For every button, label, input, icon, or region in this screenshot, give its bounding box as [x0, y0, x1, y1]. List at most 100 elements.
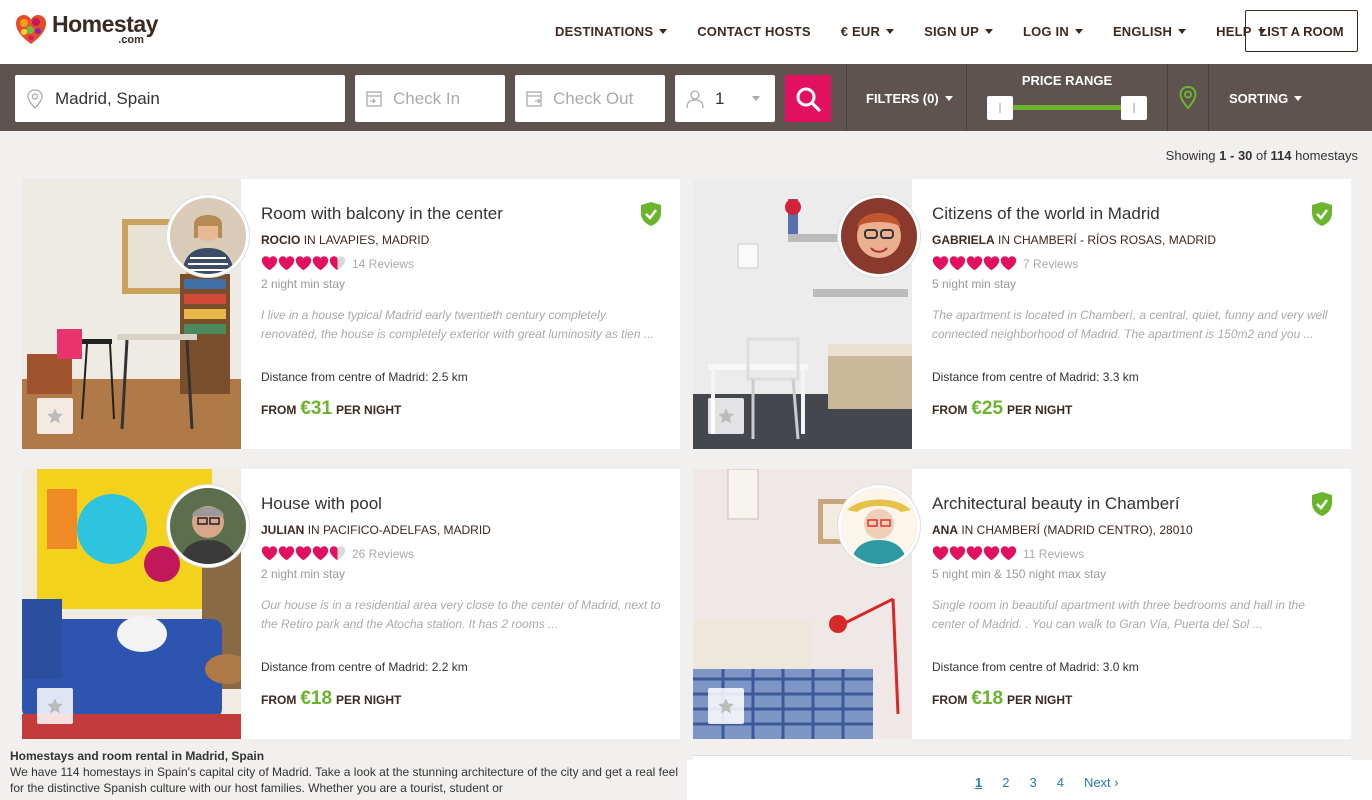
- caret-down-icon: [1178, 29, 1187, 34]
- next-page-link[interactable]: Next ›: [1084, 775, 1119, 790]
- price-per-night: PER NIGHT: [336, 693, 402, 707]
- listing-location: IN CHAMBERÍ - RÍOS ROSAS, MADRID: [998, 233, 1217, 247]
- host-name: JULIAN: [261, 523, 305, 537]
- nav-label: DESTINATIONS: [555, 24, 654, 39]
- guests-select[interactable]: 1: [675, 75, 775, 122]
- map-pin-icon: [27, 88, 43, 109]
- heart-icon: [966, 256, 983, 271]
- page-link-2[interactable]: 2: [1002, 775, 1009, 790]
- price-max-handle[interactable]: [1121, 96, 1147, 120]
- favorite-button[interactable]: [37, 398, 73, 434]
- price-per-night: PER NIGHT: [1007, 693, 1073, 707]
- map-pin-icon: [1179, 85, 1197, 109]
- search-button[interactable]: [785, 75, 831, 122]
- star-icon: [718, 698, 734, 714]
- results-suffix: homestays: [1295, 148, 1358, 163]
- list-a-room-button[interactable]: LIST A ROOM: [1245, 10, 1358, 52]
- caret-down-icon: [1294, 96, 1303, 101]
- divider: [1208, 64, 1209, 131]
- hearts-rating: [261, 545, 346, 562]
- location-input[interactable]: Madrid, Spain: [15, 75, 345, 122]
- listing-description: Single room in beautiful apartment with …: [932, 598, 1305, 631]
- verified-shield-icon: [1312, 492, 1332, 516]
- page-link-1[interactable]: 1: [975, 775, 982, 790]
- host-line: GABRIELA IN CHAMBERÍ - RÍOS ROSAS, MADRI…: [932, 233, 1216, 247]
- reviews-count[interactable]: 26 Reviews: [352, 547, 414, 561]
- hearts-rating: [932, 255, 1017, 272]
- favorite-button[interactable]: [708, 688, 744, 724]
- price-min-handle[interactable]: [987, 96, 1013, 120]
- star-icon: [47, 698, 63, 714]
- nav-label: ENGLISH: [1112, 24, 1173, 39]
- listing-card[interactable]: Room with balcony in the center ROCIO IN…: [22, 179, 680, 449]
- check-out-input[interactable]: Check Out: [515, 75, 665, 122]
- host-photo: [841, 488, 917, 564]
- listing-title[interactable]: House with pool: [261, 494, 382, 514]
- host-photo: [841, 198, 917, 274]
- heart-icon: [983, 546, 1000, 561]
- distance-from-centre: Distance from centre of Madrid: 2.2 km: [261, 660, 468, 674]
- nav-log-in[interactable]: LOG IN: [1023, 24, 1083, 39]
- check-out-placeholder: Check Out: [553, 88, 634, 108]
- heart-icon: [295, 256, 312, 271]
- listing-title[interactable]: Architectural beauty in Chamberí: [932, 494, 1180, 514]
- listing-card[interactable]: House with pool JULIAN IN PACIFICO-ADELF…: [22, 469, 680, 739]
- host-avatar[interactable]: [838, 195, 920, 277]
- host-avatar[interactable]: [167, 485, 249, 567]
- page-link-4[interactable]: 4: [1057, 775, 1064, 790]
- nav-label: SIGN UP: [924, 24, 979, 39]
- price-amount: €25: [971, 398, 1004, 419]
- nav-language[interactable]: ENGLISH: [1112, 24, 1187, 39]
- listing-card[interactable]: Architectural beauty in Chamberí ANA IN …: [693, 469, 1351, 739]
- top-header: Homestay .com DESTINATIONS CONTACT HOSTS…: [0, 0, 1372, 64]
- check-in-placeholder: Check In: [393, 88, 461, 108]
- star-icon: [47, 408, 63, 424]
- distance-from-centre: Distance from centre of Madrid: 3.0 km: [932, 660, 1139, 674]
- nav-sign-up[interactable]: SIGN UP: [924, 24, 993, 39]
- search-bar: Madrid, Spain Check In Check Out 1 FILTE…: [0, 64, 1372, 131]
- sorting-dropdown[interactable]: SORTING: [1229, 91, 1303, 106]
- listing-card[interactable]: Citizens of the world in Madrid GABRIELA…: [693, 179, 1351, 449]
- check-in-input[interactable]: Check In: [355, 75, 505, 122]
- heart-icon: [983, 256, 1000, 271]
- caret-down-icon: [984, 29, 993, 34]
- reviews-count[interactable]: 11 Reviews: [1023, 547, 1084, 561]
- nav-label: LOG IN: [1022, 24, 1069, 39]
- price-from: FROM: [932, 403, 968, 417]
- price-range-slider[interactable]: PRICE RANGE: [967, 64, 1167, 131]
- host-avatar[interactable]: [838, 485, 920, 567]
- listing-title[interactable]: Citizens of the world in Madrid: [932, 204, 1160, 224]
- heart-icon: [329, 546, 346, 561]
- brand-name: Homestay: [52, 11, 158, 37]
- heart-icon: [312, 546, 329, 561]
- listing-description: Our house is in a residential area very …: [261, 598, 661, 631]
- listing-description: I live in a house typical Madrid early t…: [261, 308, 654, 341]
- caret-down-icon: [1074, 29, 1083, 34]
- price-range-label: PRICE RANGE: [1021, 73, 1113, 88]
- price-amount: €18: [971, 688, 1004, 709]
- hearts-rating: [261, 255, 346, 272]
- map-view-button[interactable]: [1168, 64, 1208, 131]
- rating: 11 Reviews: [932, 545, 1084, 562]
- verified-shield-icon: [1312, 202, 1332, 226]
- reviews-count[interactable]: 14 Reviews: [352, 257, 414, 271]
- nav-contact-hosts[interactable]: CONTACT HOSTS: [697, 24, 811, 39]
- favorite-button[interactable]: [37, 688, 73, 724]
- reviews-count[interactable]: 7 Reviews: [1023, 257, 1078, 271]
- favorite-button[interactable]: [708, 398, 744, 434]
- seo-text: Homestays and room rental in Madrid, Spa…: [10, 748, 678, 796]
- nav-destinations[interactable]: DESTINATIONS: [555, 24, 668, 39]
- listing-title[interactable]: Room with balcony in the center: [261, 204, 503, 224]
- host-avatar[interactable]: [167, 195, 249, 277]
- listing-location: IN CHAMBERÍ (MADRID CENTRO), 28010: [961, 523, 1193, 537]
- homestay-logo[interactable]: Homestay .com: [14, 13, 158, 47]
- filters-dropdown[interactable]: FILTERS (0): [866, 91, 953, 106]
- page-link-3[interactable]: 3: [1029, 775, 1036, 790]
- caret-down-icon: [752, 96, 761, 101]
- rating: 26 Reviews: [261, 545, 414, 562]
- results-count: Showing 1 - 30 of 114 homestays: [1166, 148, 1358, 163]
- nav-label: CONTACT HOSTS: [697, 24, 811, 39]
- nav-currency[interactable]: € EUR: [841, 24, 895, 39]
- price: FROM €18 PER NIGHT: [932, 688, 1072, 710]
- main-nav: DESTINATIONS CONTACT HOSTS € EUR SIGN UP…: [555, 24, 1296, 39]
